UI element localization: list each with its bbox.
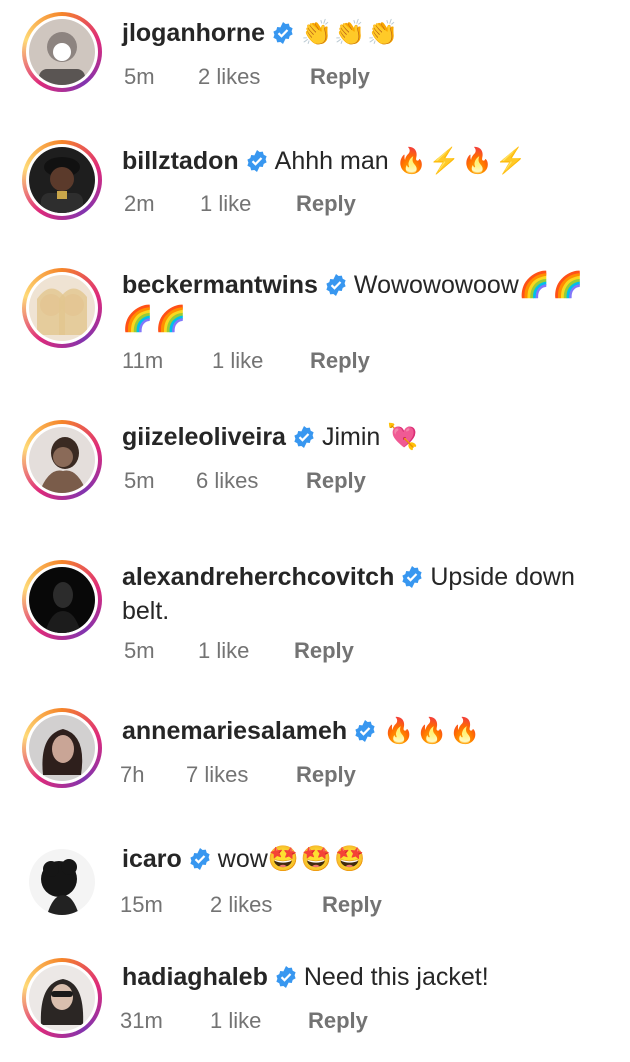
comment-emojis: 💘 [387, 423, 421, 451]
username[interactable]: billztadon [122, 147, 239, 175]
comment-time: 2m [124, 191, 155, 216]
reply-button[interactable]: Reply [296, 760, 356, 790]
likes-count[interactable]: 1 like [200, 189, 251, 219]
reply-button[interactable]: Reply [296, 189, 356, 219]
username[interactable]: jloganhorne [122, 19, 265, 47]
comment-time: 15m [120, 892, 163, 917]
story-ring[interactable] [22, 560, 102, 640]
avatar[interactable] [29, 275, 95, 341]
story-ring[interactable] [22, 958, 102, 1038]
avatar[interactable] [29, 147, 95, 213]
username[interactable]: icaro [122, 845, 182, 873]
likes-count[interactable]: 1 like [198, 636, 249, 666]
comment-time: 31m [120, 1008, 163, 1033]
avatar[interactable] [29, 849, 95, 915]
verified-badge-icon [400, 565, 424, 589]
likes-count[interactable]: 1 like [212, 346, 263, 376]
comment-text: Wowowowoow [353, 271, 519, 299]
story-ring[interactable] [22, 268, 102, 348]
comment-text: Need this jacket! [303, 963, 489, 991]
story-ring[interactable] [22, 12, 102, 92]
avatar[interactable] [29, 715, 95, 781]
likes-count[interactable]: 2 likes [198, 62, 260, 92]
comment-text: Jimin [321, 423, 381, 451]
comment-time: 5m [124, 638, 155, 663]
avatar[interactable] [29, 427, 95, 493]
likes-count[interactable]: 6 likes [196, 466, 258, 496]
comment-time: 7h [120, 762, 145, 787]
reply-button[interactable]: Reply [322, 890, 382, 920]
comment-emojis: 👏👏👏 [301, 19, 401, 47]
comment-emojis: 🤩🤩🤩 [267, 845, 368, 873]
story-ring[interactable] [22, 708, 102, 788]
comment-time: 11m [122, 348, 164, 373]
avatar[interactable] [29, 567, 95, 633]
comment-emojis: 🔥⚡🔥⚡ [395, 147, 529, 175]
verified-badge-icon [245, 149, 269, 173]
avatar[interactable] [29, 965, 95, 1031]
reply-button[interactable]: Reply [294, 636, 354, 666]
likes-count[interactable]: 1 like [210, 1006, 261, 1036]
avatar-container[interactable] [22, 842, 102, 922]
likes-count[interactable]: 2 likes [210, 890, 272, 920]
username[interactable]: hadiaghaleb [122, 963, 268, 991]
username[interactable]: alexandreherchcovitch [122, 563, 394, 591]
verified-badge-icon [274, 965, 298, 989]
verified-badge-icon [271, 21, 295, 45]
verified-badge-icon [353, 719, 377, 743]
story-ring[interactable] [22, 140, 102, 220]
username[interactable]: annemariesalameh [122, 717, 347, 745]
story-ring[interactable] [22, 420, 102, 500]
likes-count[interactable]: 7 likes [186, 760, 248, 790]
comment-text: Ahhh man [274, 147, 389, 175]
verified-badge-icon [324, 273, 348, 297]
username[interactable]: giizeleoliveira [122, 423, 286, 451]
verified-badge-icon [188, 847, 212, 871]
reply-button[interactable]: Reply [308, 1006, 368, 1036]
username[interactable]: beckermantwins [122, 271, 318, 299]
reply-button[interactable]: Reply [306, 466, 366, 496]
avatar[interactable] [29, 19, 95, 85]
reply-button[interactable]: Reply [310, 346, 370, 376]
comment-time: 5m [124, 64, 155, 89]
reply-button[interactable]: Reply [310, 62, 370, 92]
comment-time: 5m [124, 468, 155, 493]
verified-badge-icon [292, 425, 316, 449]
comment-emojis: 🔥🔥🔥 [383, 717, 483, 745]
comment-text: wow [217, 845, 268, 873]
